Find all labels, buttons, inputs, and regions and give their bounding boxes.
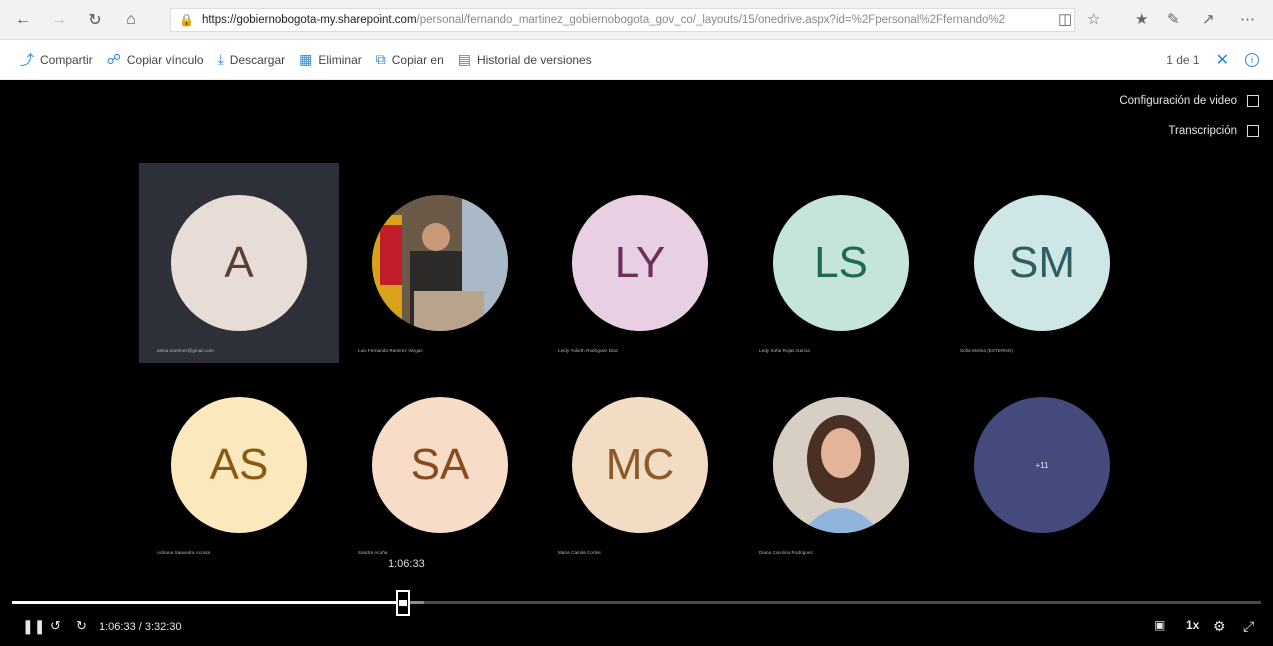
copy-icon: ⧉ <box>375 51 386 67</box>
close-icon[interactable]: ✕ <box>1216 50 1229 70</box>
participant-avatar: SA <box>372 397 508 533</box>
delete-label: Eliminar <box>318 52 362 67</box>
participant-tile: LS Ledy Sofia Rojas Garcia <box>741 163 941 363</box>
copy-to-label: Copiar en <box>391 52 444 67</box>
video-settings-icon <box>1247 95 1259 107</box>
captions-icon[interactable]: ▣ <box>1154 618 1165 632</box>
transcript-button[interactable]: Transcripción <box>1168 125 1259 137</box>
time-display: 1:06:33 / 3:32:30 <box>99 621 182 633</box>
participant-name: alexa.martinez@gmail.com <box>157 348 214 353</box>
version-history-label: Historial de versiones <box>477 52 592 67</box>
reading-view-icon[interactable]: ◫ <box>1058 10 1072 28</box>
more-icon[interactable]: ⋯ <box>1240 10 1255 28</box>
rewind-10-icon[interactable]: ↺ <box>50 618 61 634</box>
pen-icon[interactable]: ✎ <box>1167 10 1180 28</box>
command-bar: ⤴ Compartir ☍ Copiar vínculo ⤓ Descargar ▦ E… <box>0 40 1273 80</box>
url-path: /personal/fernando_martinez_gobiernobogo… <box>416 14 1006 26</box>
copy-link-label: Copiar vínculo <box>126 52 204 67</box>
participant-tile: AS Adriana Saavedra Acosta <box>139 365 339 565</box>
address-bar[interactable]: 🔒 https://gobiernobogota-my.sharepoint.c… <box>170 8 1075 32</box>
participant-name: Diana Carolina Rodriguez <box>759 550 813 555</box>
link-icon: ☍ <box>106 51 121 67</box>
participant-name: Maria Camila Cortes <box>558 550 601 555</box>
lock-icon: 🔒 <box>179 13 194 27</box>
share-label: Compartir <box>40 52 93 67</box>
participant-tile: +11 <box>942 365 1142 565</box>
video-settings-label: Configuración de video <box>1119 95 1237 107</box>
seek-bar[interactable] <box>12 601 1261 604</box>
video-settings-button[interactable]: Configuración de video <box>1119 95 1259 107</box>
browser-bar: ← → ↻ ⌂ 🔒 https://gobiernobogota-my.shar… <box>0 0 1273 40</box>
participant-tile: Aalexa.martinez@gmail.com <box>139 163 339 363</box>
participant-name: Luis Fernando Ramirez Vargas <box>358 348 423 353</box>
copy-link-button[interactable]: ☍ Copiar vínculo <box>107 40 204 80</box>
copy-to-button[interactable]: ⧉ Copiar en <box>376 40 444 80</box>
playback-speed[interactable]: 1x <box>1186 618 1199 632</box>
page-count: 1 de 1 <box>1166 53 1200 67</box>
participant-tile: Diana Carolina Rodriguez <box>741 365 941 565</box>
forward-10-icon[interactable]: ↻ <box>76 618 87 634</box>
played-range <box>12 601 403 604</box>
participant-tile: Luis Fernando Ramirez Vargas <box>340 163 540 363</box>
participant-tile: LY Leidy Yulieth Rodriguez Diaz <box>540 163 740 363</box>
share-icon[interactable]: ↗ <box>1202 10 1215 28</box>
participant-photo <box>372 195 508 331</box>
participant-photo <box>773 397 909 533</box>
fullscreen-icon[interactable]: ⤢ <box>1243 618 1254 635</box>
participant-tile: SA Sandra Acuña <box>340 365 540 565</box>
version-history-button[interactable]: ▤ Historial de versiones <box>458 40 592 80</box>
hover-time-tooltip: 1:06:33 <box>388 558 425 570</box>
video-player[interactable]: Configuración de video Transcripción Aal… <box>0 80 1273 646</box>
history-icon: ▤ <box>457 51 471 67</box>
participant-name: Sandra Acuña <box>358 550 388 555</box>
seek-thumb[interactable] <box>395 590 410 616</box>
home-icon[interactable]: ⌂ <box>118 7 144 33</box>
participant-avatar: +11 <box>974 397 1110 533</box>
participant-name: Leidy Yulieth Rodriguez Diaz <box>558 348 619 353</box>
share-button[interactable]: ⤴ Compartir <box>20 40 93 80</box>
settings-gear-icon[interactable]: ⚙ <box>1213 618 1226 635</box>
url-host: https://gobiernobogota-my.sharepoint.com <box>201 14 417 26</box>
back-icon[interactable]: ← <box>10 7 36 33</box>
participant-avatar: AS <box>171 397 307 533</box>
forward-icon[interactable]: → <box>46 7 72 33</box>
participant-name: Adriana Saavedra Acosta <box>157 550 211 555</box>
participant-tile: SM Sofia Molina (EXTERNO) <box>942 163 1142 363</box>
participant-avatar: LY <box>572 195 708 331</box>
share-icon: ⤴ <box>20 51 34 68</box>
participant-avatar: MC <box>572 397 708 533</box>
toolbar-right: 1 de 1 ✕ i <box>1166 40 1259 80</box>
participant-avatar: A <box>171 195 307 331</box>
favorite-star-icon[interactable]: ☆ <box>1087 10 1100 28</box>
participant-avatar: LS <box>773 195 909 331</box>
download-icon: ⤓ <box>217 51 224 67</box>
transcript-label: Transcripción <box>1168 125 1237 137</box>
trash-icon: ▦ <box>299 51 313 67</box>
participant-name: Sofia Molina (EXTERNO) <box>960 348 1013 353</box>
pause-icon[interactable]: ❚❚ <box>22 618 45 635</box>
delete-button[interactable]: ▦ Eliminar <box>299 40 362 80</box>
refresh-icon[interactable]: ↻ <box>82 7 108 33</box>
participant-tile: MC Maria Camila Cortes <box>540 365 740 565</box>
participant-name: Ledy Sofia Rojas Garcia <box>759 348 810 353</box>
participant-avatar: SM <box>974 195 1110 331</box>
favorites-icon[interactable]: ★ <box>1135 10 1148 28</box>
download-button[interactable]: ⤓ Descargar <box>218 40 286 80</box>
info-icon[interactable]: i <box>1245 53 1259 67</box>
transcript-icon <box>1247 125 1259 137</box>
download-label: Descargar <box>229 52 286 67</box>
